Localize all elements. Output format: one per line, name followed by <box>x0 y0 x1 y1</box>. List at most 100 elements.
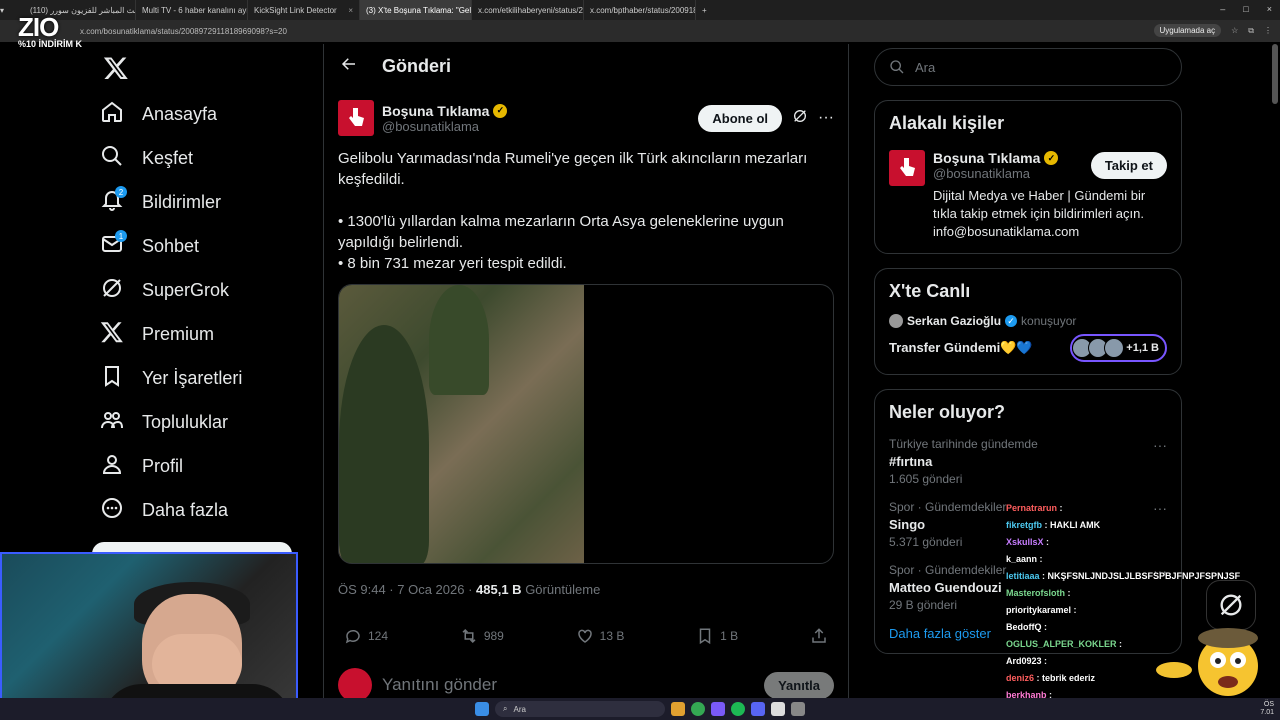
post-media[interactable] <box>338 284 834 564</box>
share-icon[interactable] <box>810 627 828 645</box>
search-input[interactable]: Ara <box>874 48 1182 86</box>
grok-icon <box>100 276 124 305</box>
taskbar-search[interactable]: ⌕ Ara <box>495 701 665 717</box>
windows-start-icon[interactable] <box>475 702 489 716</box>
clock-line: ÖS <box>1263 701 1274 708</box>
taskbar: ⌕ Ara ÖS 7.01 <box>0 698 1280 720</box>
nav-explore[interactable]: Keşfet <box>88 136 318 180</box>
chat-message: HAKLI AMK <box>1050 520 1101 530</box>
listeners-pill[interactable]: +1,1 B <box>1070 334 1167 362</box>
like-action[interactable]: 13 B <box>576 627 624 645</box>
address-bar[interactable]: x.com/bosunatiklama/status/2008972911818… <box>0 20 1280 42</box>
nav-home[interactable]: Anasayfa <box>88 92 318 136</box>
subscribe-button[interactable]: Abone ol <box>698 104 783 132</box>
stream-logo-promo: %10 İNDİRİM K <box>18 39 83 49</box>
nav-communities[interactable]: Topluluklar <box>88 400 318 444</box>
related-name[interactable]: Boşuna Tıklama <box>933 150 1040 166</box>
avatar <box>1104 338 1125 358</box>
discord-icon[interactable] <box>751 702 765 716</box>
post-meta: ÖS 9:44 · 7 Oca 2026 · 485,1 B Görüntüle… <box>338 582 834 597</box>
back-arrow-icon[interactable] <box>340 55 358 78</box>
tab-4[interactable]: (3) X'te Boşuna Tıklama: "Gelib× <box>360 0 472 20</box>
repost-action[interactable]: 989 <box>460 627 504 645</box>
menu-icon[interactable]: ⋮ <box>1264 26 1272 35</box>
trend-context: Türkiye tarihinde gündemde <box>889 437 1038 451</box>
tab-6[interactable]: x.com/bpthaber/status/200918× <box>584 0 696 20</box>
main-column: Gönderi Boşuna Tıklama ✓ @bosunatiklama … <box>323 44 849 720</box>
chat-message: tebrik ederiz <box>1042 673 1096 683</box>
grok-icon[interactable] <box>792 108 808 129</box>
close-window-icon[interactable]: × <box>1267 4 1272 14</box>
tab-5[interactable]: x.com/etkilihaberyeni/status/20× <box>472 0 584 20</box>
extensions-icon[interactable]: ⧉ <box>1248 26 1254 36</box>
app-icon[interactable] <box>771 702 785 716</box>
author-name-row[interactable]: Boşuna Tıklama ✓ <box>382 103 508 119</box>
star-icon[interactable]: ☆ <box>1231 26 1238 35</box>
nav-bookmarks[interactable]: Yer İşaretleri <box>88 356 318 400</box>
url-text[interactable]: x.com/bosunatiklama/status/2008972911818… <box>80 27 287 36</box>
app-icon[interactable] <box>711 702 725 716</box>
tab-3[interactable]: KickSight Link Detector × <box>248 0 360 20</box>
open-in-app-button[interactable]: Uygulamada aç <box>1153 24 1222 37</box>
author-handle[interactable]: @bosunatiklama <box>382 119 507 134</box>
nav-label: SuperGrok <box>142 279 230 300</box>
avatar[interactable] <box>889 150 925 186</box>
maximize-icon[interactable]: □ <box>1243 4 1248 14</box>
bookmark-count: 1 B <box>720 629 739 643</box>
tab-2[interactable]: Multi TV - 6 haber kanalını aynı× <box>136 0 248 20</box>
nav-notifications[interactable]: 2 Bildirimler <box>88 180 318 224</box>
tab-label: x.com/bpthaber/status/200918 <box>590 5 696 15</box>
related-bio: Dijital Medya ve Haber | Gündemi bir tık… <box>933 188 1146 239</box>
live-topic[interactable]: Transfer Gündemi💛💙 <box>889 340 1033 356</box>
listener-count: +1,1 B <box>1126 342 1159 354</box>
x-logo-icon[interactable] <box>92 44 140 92</box>
more-options-icon[interactable]: ··· <box>1153 437 1167 453</box>
trend-item[interactable]: Türkiye tarihinde gündemde #fırtına 1.60… <box>889 437 1167 486</box>
bookmark-action[interactable]: 1 B <box>696 627 738 645</box>
related-handle[interactable]: @bosunatiklama <box>933 166 1058 181</box>
chat-message: NKŞFSNLJNDJSLJLBSFSPBJFNPJFSPNJSF <box>1047 571 1241 581</box>
explorer-icon[interactable] <box>671 702 685 716</box>
spotify-icon[interactable] <box>731 702 745 716</box>
bookmark-icon <box>699 628 711 645</box>
scrollbar[interactable] <box>1272 44 1278 104</box>
reply-action[interactable]: 124 <box>344 627 388 645</box>
pointer-hand-icon <box>900 158 915 176</box>
avatar[interactable] <box>338 100 374 136</box>
taskbar-clock[interactable]: ÖS 7.01 <box>1260 701 1274 717</box>
app-icon[interactable] <box>791 702 805 716</box>
person-icon <box>100 452 124 481</box>
avatar <box>889 314 903 328</box>
nav-label: Premium <box>142 323 215 344</box>
nav-premium[interactable]: Premium <box>88 312 318 356</box>
reply-button[interactable]: Yanıtla <box>764 671 834 699</box>
card-title: Neler oluyor? <box>889 402 1006 422</box>
nav-profile[interactable]: Profil <box>88 444 318 488</box>
new-tab-icon[interactable]: + <box>696 6 707 15</box>
author-name[interactable]: Boşuna Tıklama <box>382 103 489 119</box>
message-badge: 1 <box>115 230 127 242</box>
post-actions: 124 989 13 B 1 B <box>338 627 834 645</box>
nav-messages[interactable]: 1 Sohbet <box>88 224 318 268</box>
repost-icon <box>462 628 476 644</box>
related-person[interactable]: Boşuna Tıklama ✓ @bosunatiklama Takip et… <box>889 150 1167 241</box>
nav-supergrok[interactable]: SuperGrok <box>88 268 318 312</box>
live-space[interactable]: Transfer Gündemi💛💙 +1,1 B <box>889 334 1167 362</box>
close-icon[interactable]: × <box>348 6 353 15</box>
more-options-icon[interactable]: ··· <box>818 109 834 127</box>
verified-badge-icon: ✓ <box>493 103 508 118</box>
media-image-graves[interactable] <box>339 285 585 563</box>
post-timestamp[interactable]: ÖS 9:44 · 7 Oca 2026 · <box>338 582 476 597</box>
window-controls: – □ × <box>1220 4 1272 14</box>
nav-label: Anasayfa <box>142 103 218 124</box>
related-name-row[interactable]: Boşuna Tıklama ✓ <box>933 150 1059 166</box>
minimize-icon[interactable]: – <box>1220 4 1225 14</box>
chat-line: Pernatrarun : <box>1006 503 1063 513</box>
post-text-line: • 8 bin 731 mezar yeri tespit edildi. <box>338 255 567 272</box>
chrome-icon[interactable] <box>691 702 705 716</box>
nav-more[interactable]: Daha fazla <box>88 488 318 532</box>
live-host-row[interactable]: Serkan Gazioğlu ✓ konuşuyor <box>889 314 1167 328</box>
reply-input[interactable]: Yanıtını gönder <box>382 675 497 695</box>
chat-user: prioritykaramel <box>1006 605 1072 615</box>
follow-button[interactable]: Takip et <box>1090 152 1167 179</box>
